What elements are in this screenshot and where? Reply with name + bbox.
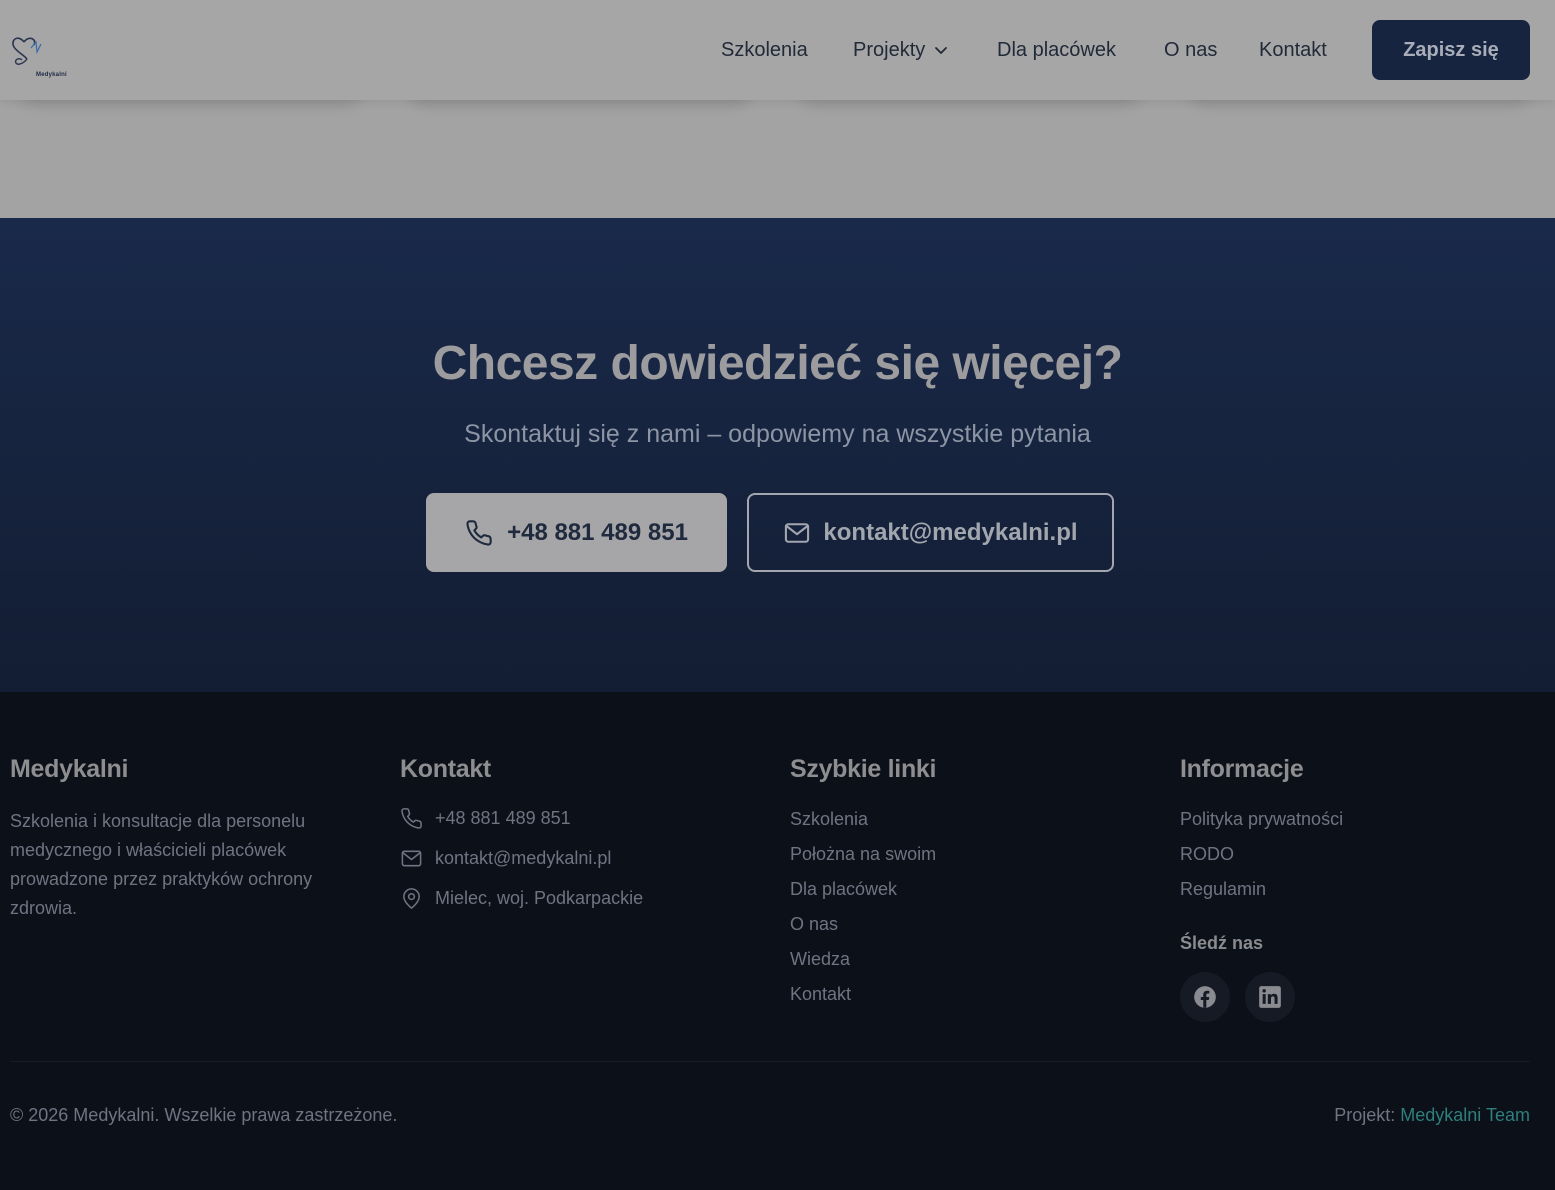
- phone-icon: [401, 808, 422, 829]
- footer-info-title: Informacje: [1180, 755, 1304, 783]
- footer-email-link[interactable]: kontakt@medykalni.pl: [400, 847, 611, 870]
- footer-contact-title: Kontakt: [400, 755, 491, 783]
- logo[interactable]: Medykalni: [10, 30, 72, 78]
- logo-wordmark: Medykalni: [36, 72, 67, 78]
- phone-icon: [466, 519, 492, 546]
- map-pin-icon: [403, 888, 420, 910]
- footer-link-privacy[interactable]: Polityka prywatności: [1180, 809, 1343, 830]
- credit-prefix: Projekt:: [1334, 1105, 1401, 1125]
- email-button-label: kontakt@medykalni.pl: [823, 518, 1078, 546]
- footer-address: Mielec, woj. Podkarpackie: [400, 887, 643, 910]
- footer-link-polozna[interactable]: Położna na swoim: [790, 844, 936, 865]
- footer-phone-link[interactable]: +48 881 489 851: [400, 807, 571, 830]
- cta-title: Chcesz dowiedzieć się więcej?: [432, 337, 1123, 390]
- site-footer: Medykalni Szkolenia i konsultacje dla pe…: [0, 692, 1555, 1190]
- cta-subtitle: Skontaktuj się z nami – odpowiemy na wsz…: [464, 420, 1091, 448]
- phone-button-label: +48 881 489 851: [507, 518, 688, 546]
- linkedin-button[interactable]: [1245, 972, 1295, 1022]
- footer-link-dla-placowek[interactable]: Dla placówek: [790, 879, 897, 900]
- facebook-button[interactable]: [1180, 972, 1230, 1022]
- footer-quick-links-title: Szybkie linki: [790, 755, 937, 783]
- nav-o-nas[interactable]: O nas: [1164, 38, 1217, 62]
- site-header: Medykalni Szkolenia Projekty Dla placówe…: [0, 0, 1555, 100]
- logo-heart-icon: [12, 37, 42, 65]
- nav-kontakt[interactable]: Kontakt: [1259, 38, 1327, 62]
- footer-link-wiedza[interactable]: Wiedza: [790, 949, 850, 970]
- credit-link[interactable]: Medykalni Team: [1400, 1105, 1530, 1125]
- footer-link-o-nas[interactable]: O nas: [790, 914, 838, 935]
- copyright-text: © 2026 Medykalni. Wszelkie prawa zastrze…: [10, 1105, 398, 1125]
- footer-phone-text: +48 881 489 851: [435, 808, 571, 828]
- nav-projekty[interactable]: Projekty: [853, 38, 949, 62]
- nav-szkolenia[interactable]: Szkolenia: [721, 38, 808, 62]
- phone-button[interactable]: +48 881 489 851: [426, 493, 727, 572]
- signup-button[interactable]: Zapisz się: [1372, 20, 1530, 80]
- nav-dla-placowek[interactable]: Dla placówek: [997, 38, 1116, 62]
- footer-divider: [10, 1061, 1530, 1062]
- footer-email-text: kontakt@medykalni.pl: [435, 848, 612, 868]
- footer-link-terms[interactable]: Regulamin: [1180, 879, 1266, 900]
- footer-about-text: Szkolenia i konsultacje dla personelu me…: [10, 811, 313, 918]
- footer-address-text: Mielec, woj. Podkarpackie: [435, 888, 644, 908]
- mail-icon: [401, 850, 422, 867]
- nav-projekty-label: Projekty: [853, 39, 926, 61]
- footer-link-szkolenia[interactable]: Szkolenia: [790, 809, 868, 830]
- page-top-area: Medykalni Szkolenia Projekty Dla placówe…: [0, 0, 1555, 218]
- chevron-down-icon: [935, 47, 948, 54]
- project-credit: Projekt: Medykalni Team: [1334, 1105, 1530, 1126]
- facebook-icon: [1194, 986, 1216, 1008]
- linkedin-icon: [1259, 986, 1281, 1008]
- footer-link-kontakt[interactable]: Kontakt: [790, 984, 851, 1005]
- follow-us-title: Śledź nas: [1180, 933, 1264, 953]
- footer-brand-title: Medykalni: [10, 755, 129, 783]
- contact-cta-section: Chcesz dowiedzieć się więcej? Skontaktuj…: [0, 218, 1555, 692]
- mail-icon: [785, 522, 810, 543]
- footer-link-rodo[interactable]: RODO: [1180, 844, 1234, 865]
- email-button[interactable]: kontakt@medykalni.pl: [747, 493, 1114, 572]
